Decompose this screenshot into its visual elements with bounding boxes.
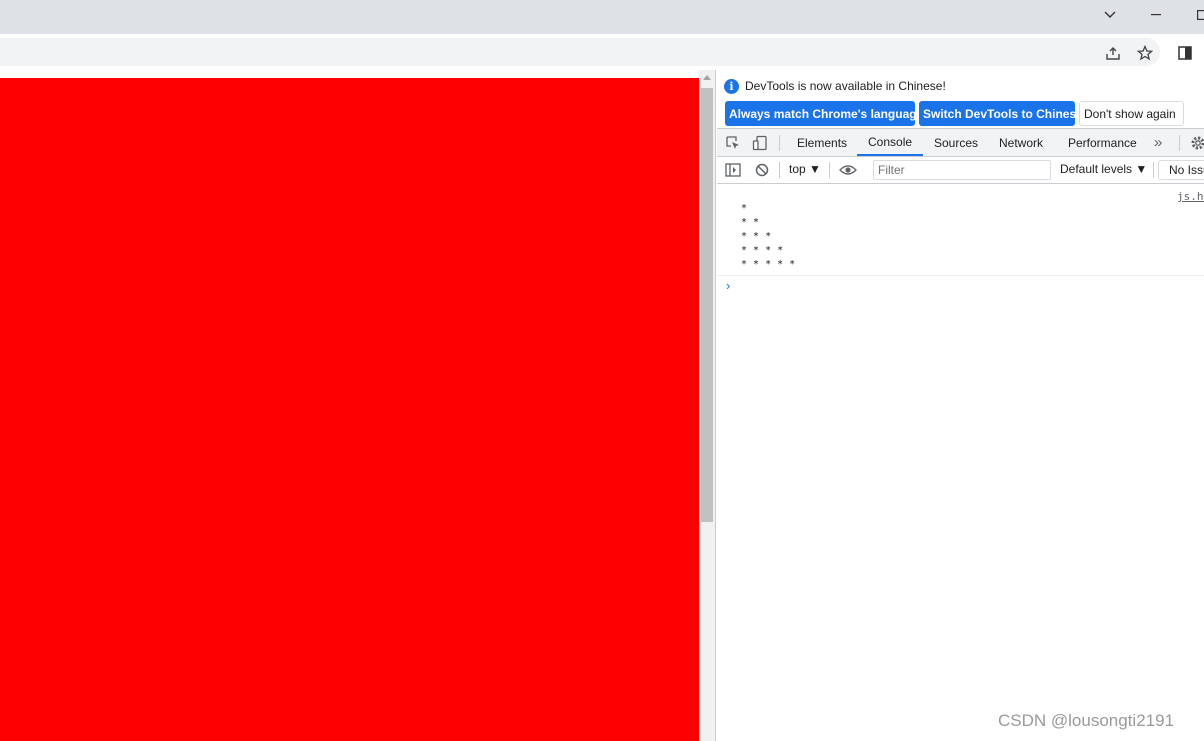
tab-elements[interactable]: Elements bbox=[797, 129, 847, 156]
console-output: js.html:17 * * * * * * * * * * * * * * *… bbox=[717, 184, 1204, 741]
always-match-language-button[interactable]: Always match Chrome's language bbox=[725, 101, 923, 126]
side-panel-icon[interactable] bbox=[1174, 42, 1196, 64]
more-tabs-icon[interactable]: » bbox=[1154, 129, 1162, 156]
star-icon[interactable] bbox=[1134, 42, 1156, 64]
tab-sources[interactable]: Sources bbox=[934, 129, 978, 156]
scroll-up-arrow-icon[interactable] bbox=[703, 75, 711, 80]
console-prompt[interactable]: › bbox=[726, 278, 730, 293]
console-output-line: * bbox=[741, 203, 748, 214]
infobar-message: DevTools is now available in Chinese! bbox=[745, 79, 946, 93]
context-selector[interactable]: top ▼ bbox=[789, 162, 821, 176]
console-message: * * * * * * * * * * * * * * * bbox=[717, 200, 1204, 276]
minimize-icon[interactable] bbox=[1133, 0, 1179, 30]
eye-icon[interactable] bbox=[838, 161, 858, 179]
chevron-down-icon[interactable] bbox=[1087, 0, 1133, 30]
console-filter-input[interactable] bbox=[873, 160, 1051, 180]
log-levels-dropdown[interactable]: Default levels ▼ bbox=[1060, 162, 1147, 176]
scrollbar-thumb[interactable] bbox=[701, 88, 713, 522]
toolbar-separator bbox=[1153, 162, 1154, 178]
page-viewport bbox=[0, 70, 716, 741]
browser-title-bar bbox=[0, 0, 1204, 34]
console-output-line: * * * * * bbox=[741, 259, 796, 270]
info-icon: i bbox=[724, 79, 739, 94]
issues-button[interactable]: No Issues bbox=[1158, 160, 1204, 180]
inspect-element-icon[interactable] bbox=[724, 134, 742, 152]
devtools-tab-bar: Elements Console Sources Network Perform… bbox=[717, 129, 1204, 157]
toolbar-separator bbox=[779, 162, 780, 178]
share-icon[interactable] bbox=[1102, 42, 1124, 64]
console-output-line: * * * * bbox=[741, 245, 784, 256]
red-box bbox=[0, 78, 699, 741]
maximize-icon[interactable] bbox=[1180, 0, 1204, 30]
device-toolbar-icon[interactable] bbox=[751, 134, 769, 152]
address-bar[interactable] bbox=[0, 38, 1160, 66]
language-infobar: i DevTools is now available in Chinese! … bbox=[717, 70, 1204, 129]
gear-icon[interactable] bbox=[1189, 134, 1204, 152]
page-scrollbar[interactable] bbox=[699, 70, 715, 741]
dont-show-again-button[interactable]: Don't show again bbox=[1079, 101, 1184, 126]
toolbar-separator bbox=[779, 135, 780, 151]
clear-console-icon[interactable] bbox=[753, 161, 771, 179]
console-toolbar: top ▼ Default levels ▼ No Issues bbox=[717, 157, 1204, 184]
toolbar-separator bbox=[829, 162, 830, 178]
tab-performance[interactable]: Performance bbox=[1068, 129, 1137, 156]
tab-console[interactable]: Console bbox=[857, 129, 924, 156]
watermark: CSDN @lousongti2191 bbox=[998, 711, 1175, 730]
browser-toolbar bbox=[0, 34, 1204, 70]
console-output-line: * * * bbox=[741, 231, 772, 242]
sidebar-toggle-icon[interactable] bbox=[724, 161, 742, 179]
toolbar-separator bbox=[1179, 135, 1180, 151]
tab-network[interactable]: Network bbox=[999, 129, 1043, 156]
switch-devtools-chinese-button[interactable]: Switch DevTools to Chinese bbox=[919, 101, 1083, 126]
console-output-line: * * bbox=[741, 217, 760, 228]
devtools-panel: i DevTools is now available in Chinese! … bbox=[717, 70, 1204, 741]
